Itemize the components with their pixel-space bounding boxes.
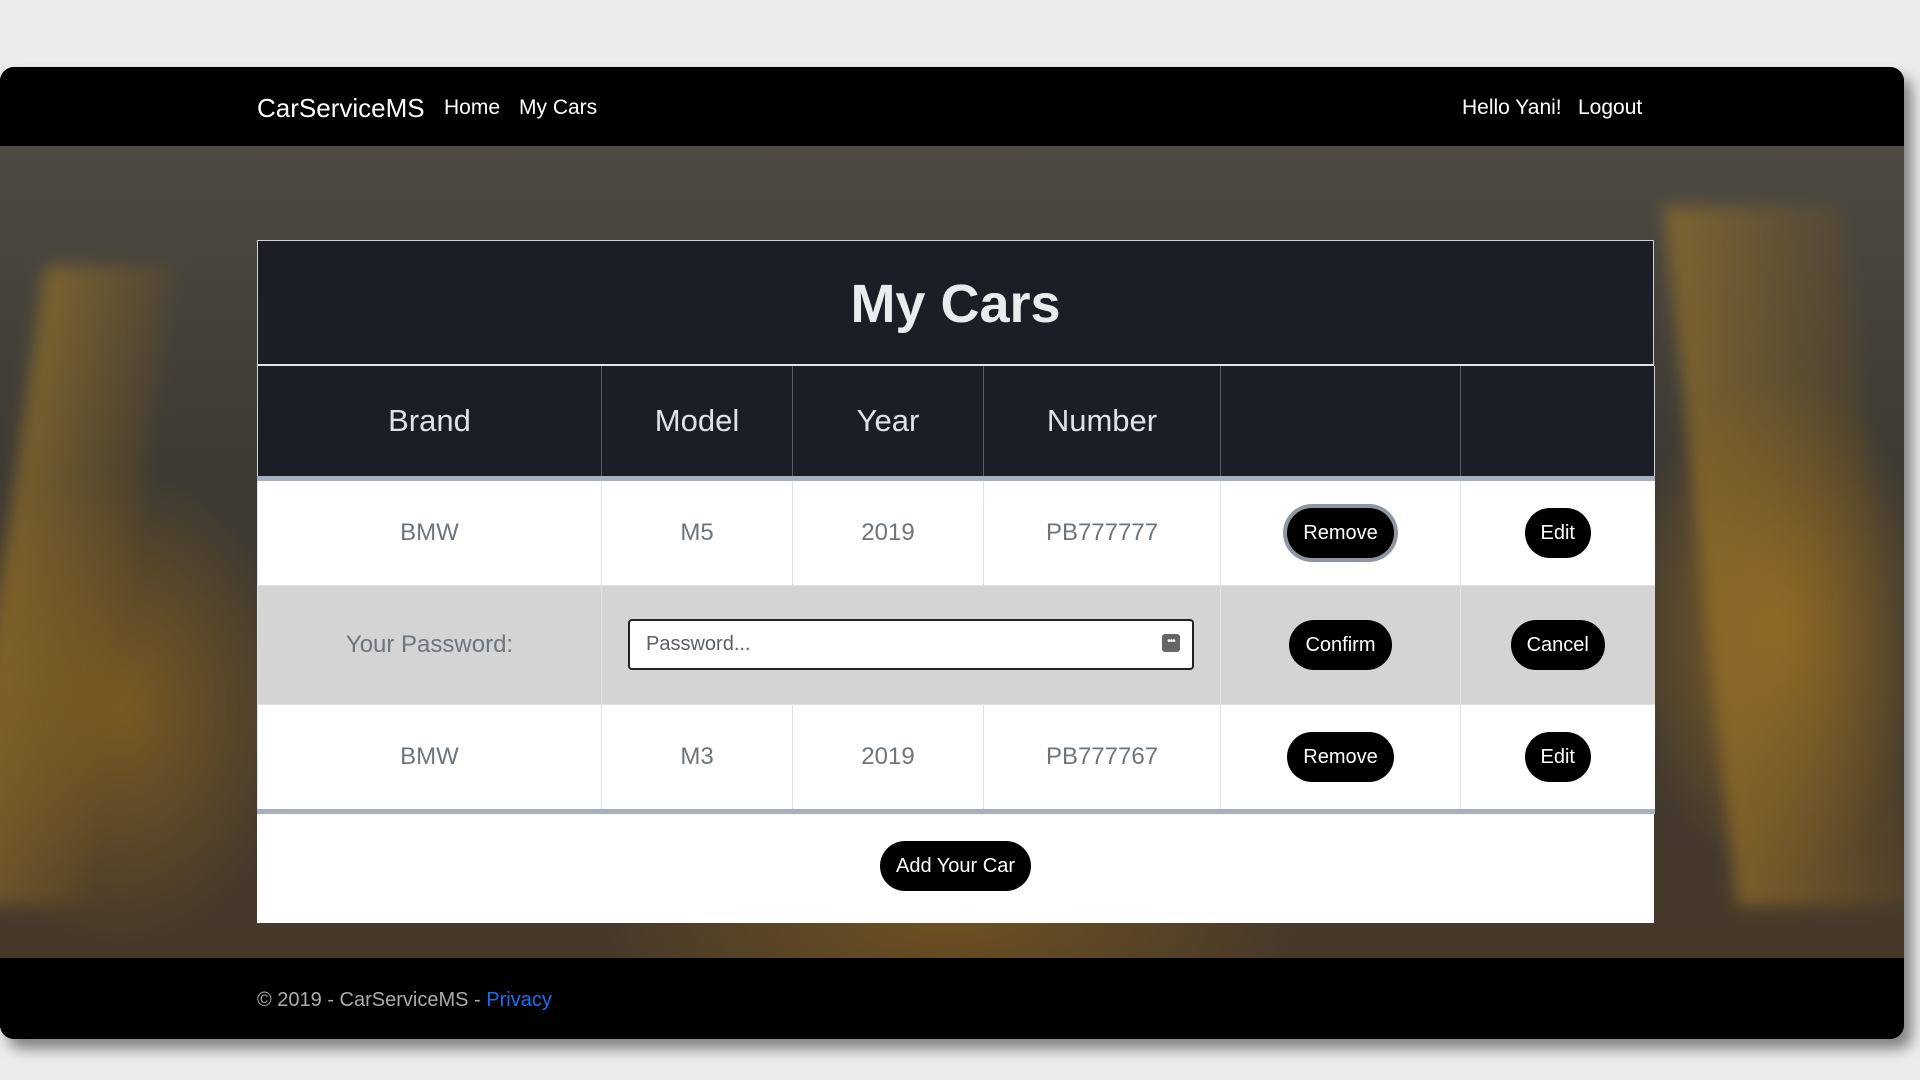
confirm-cell: Confirm: [1220, 584, 1461, 704]
remove-cell: Remove: [1220, 477, 1461, 585]
table-row: BMW M3 2019 PB777767 Remove Edit: [257, 703, 1655, 814]
remove-button[interactable]: Remove: [1287, 731, 1394, 782]
column-header-year: Year: [792, 366, 984, 481]
my-cars-panel: My Cars Brand Model Year Number BMW M5 2…: [257, 240, 1655, 923]
cancel-cell: Cancel: [1460, 584, 1655, 704]
password-input[interactable]: [628, 619, 1194, 670]
column-header-edit: [1460, 366, 1655, 481]
cars-table: Brand Model Year Number BMW M5 2019 PB77…: [257, 366, 1655, 814]
brand-link[interactable]: CarServiceMS: [257, 93, 425, 124]
panel-footer: Add Your Car: [257, 813, 1654, 923]
copyright-text: © 2019 - CarServiceMS -: [257, 989, 487, 1011]
edit-cell: Edit: [1460, 477, 1655, 585]
edit-button[interactable]: Edit: [1524, 507, 1591, 558]
page-footer: © 2019 - CarServiceMS - Privacy: [0, 958, 1904, 1039]
column-header-brand: Brand: [257, 366, 602, 481]
footer-text: © 2019 - CarServiceMS - Privacy: [257, 989, 552, 1012]
car-brand: BMW: [257, 703, 602, 814]
nav-link-my-cars[interactable]: My Cars: [519, 96, 597, 120]
edit-button[interactable]: Edit: [1524, 731, 1591, 782]
password-label: Your Password:: [257, 584, 602, 704]
password-confirm-row: Your Password: ••• Confirm Cancel: [257, 584, 1655, 704]
car-year: 2019: [792, 477, 984, 585]
page-title: My Cars: [257, 240, 1654, 366]
car-brand: BMW: [257, 477, 602, 585]
table-row: BMW M5 2019 PB777777 Remove Edit: [257, 477, 1655, 585]
nav-link-home[interactable]: Home: [444, 96, 500, 120]
car-number: PB777767: [983, 703, 1221, 814]
edit-cell: Edit: [1460, 703, 1655, 814]
car-number: PB777777: [983, 477, 1221, 585]
car-model: M5: [601, 477, 793, 585]
logout-link[interactable]: Logout: [1578, 96, 1642, 120]
privacy-link[interactable]: Privacy: [486, 989, 552, 1011]
table-header-row: Brand Model Year Number: [257, 366, 1655, 481]
remove-cell: Remove: [1220, 703, 1461, 814]
user-greeting: Hello Yani!: [1462, 96, 1562, 119]
car-year: 2019: [792, 703, 984, 814]
add-car-button[interactable]: Add Your Car: [880, 840, 1031, 891]
column-header-number: Number: [983, 366, 1221, 481]
browser-window: CarServiceMS Home My Cars Hello Yani! Lo…: [0, 67, 1904, 1039]
car-model: M3: [601, 703, 793, 814]
top-navbar: CarServiceMS Home My Cars Hello Yani! Lo…: [0, 67, 1904, 146]
confirm-button[interactable]: Confirm: [1289, 619, 1392, 670]
password-cell: •••: [601, 584, 1221, 704]
column-header-remove: [1220, 366, 1461, 481]
cancel-button[interactable]: Cancel: [1510, 619, 1605, 670]
remove-button[interactable]: Remove: [1287, 507, 1394, 558]
column-header-model: Model: [601, 366, 793, 481]
password-manager-icon[interactable]: •••: [1162, 634, 1180, 652]
